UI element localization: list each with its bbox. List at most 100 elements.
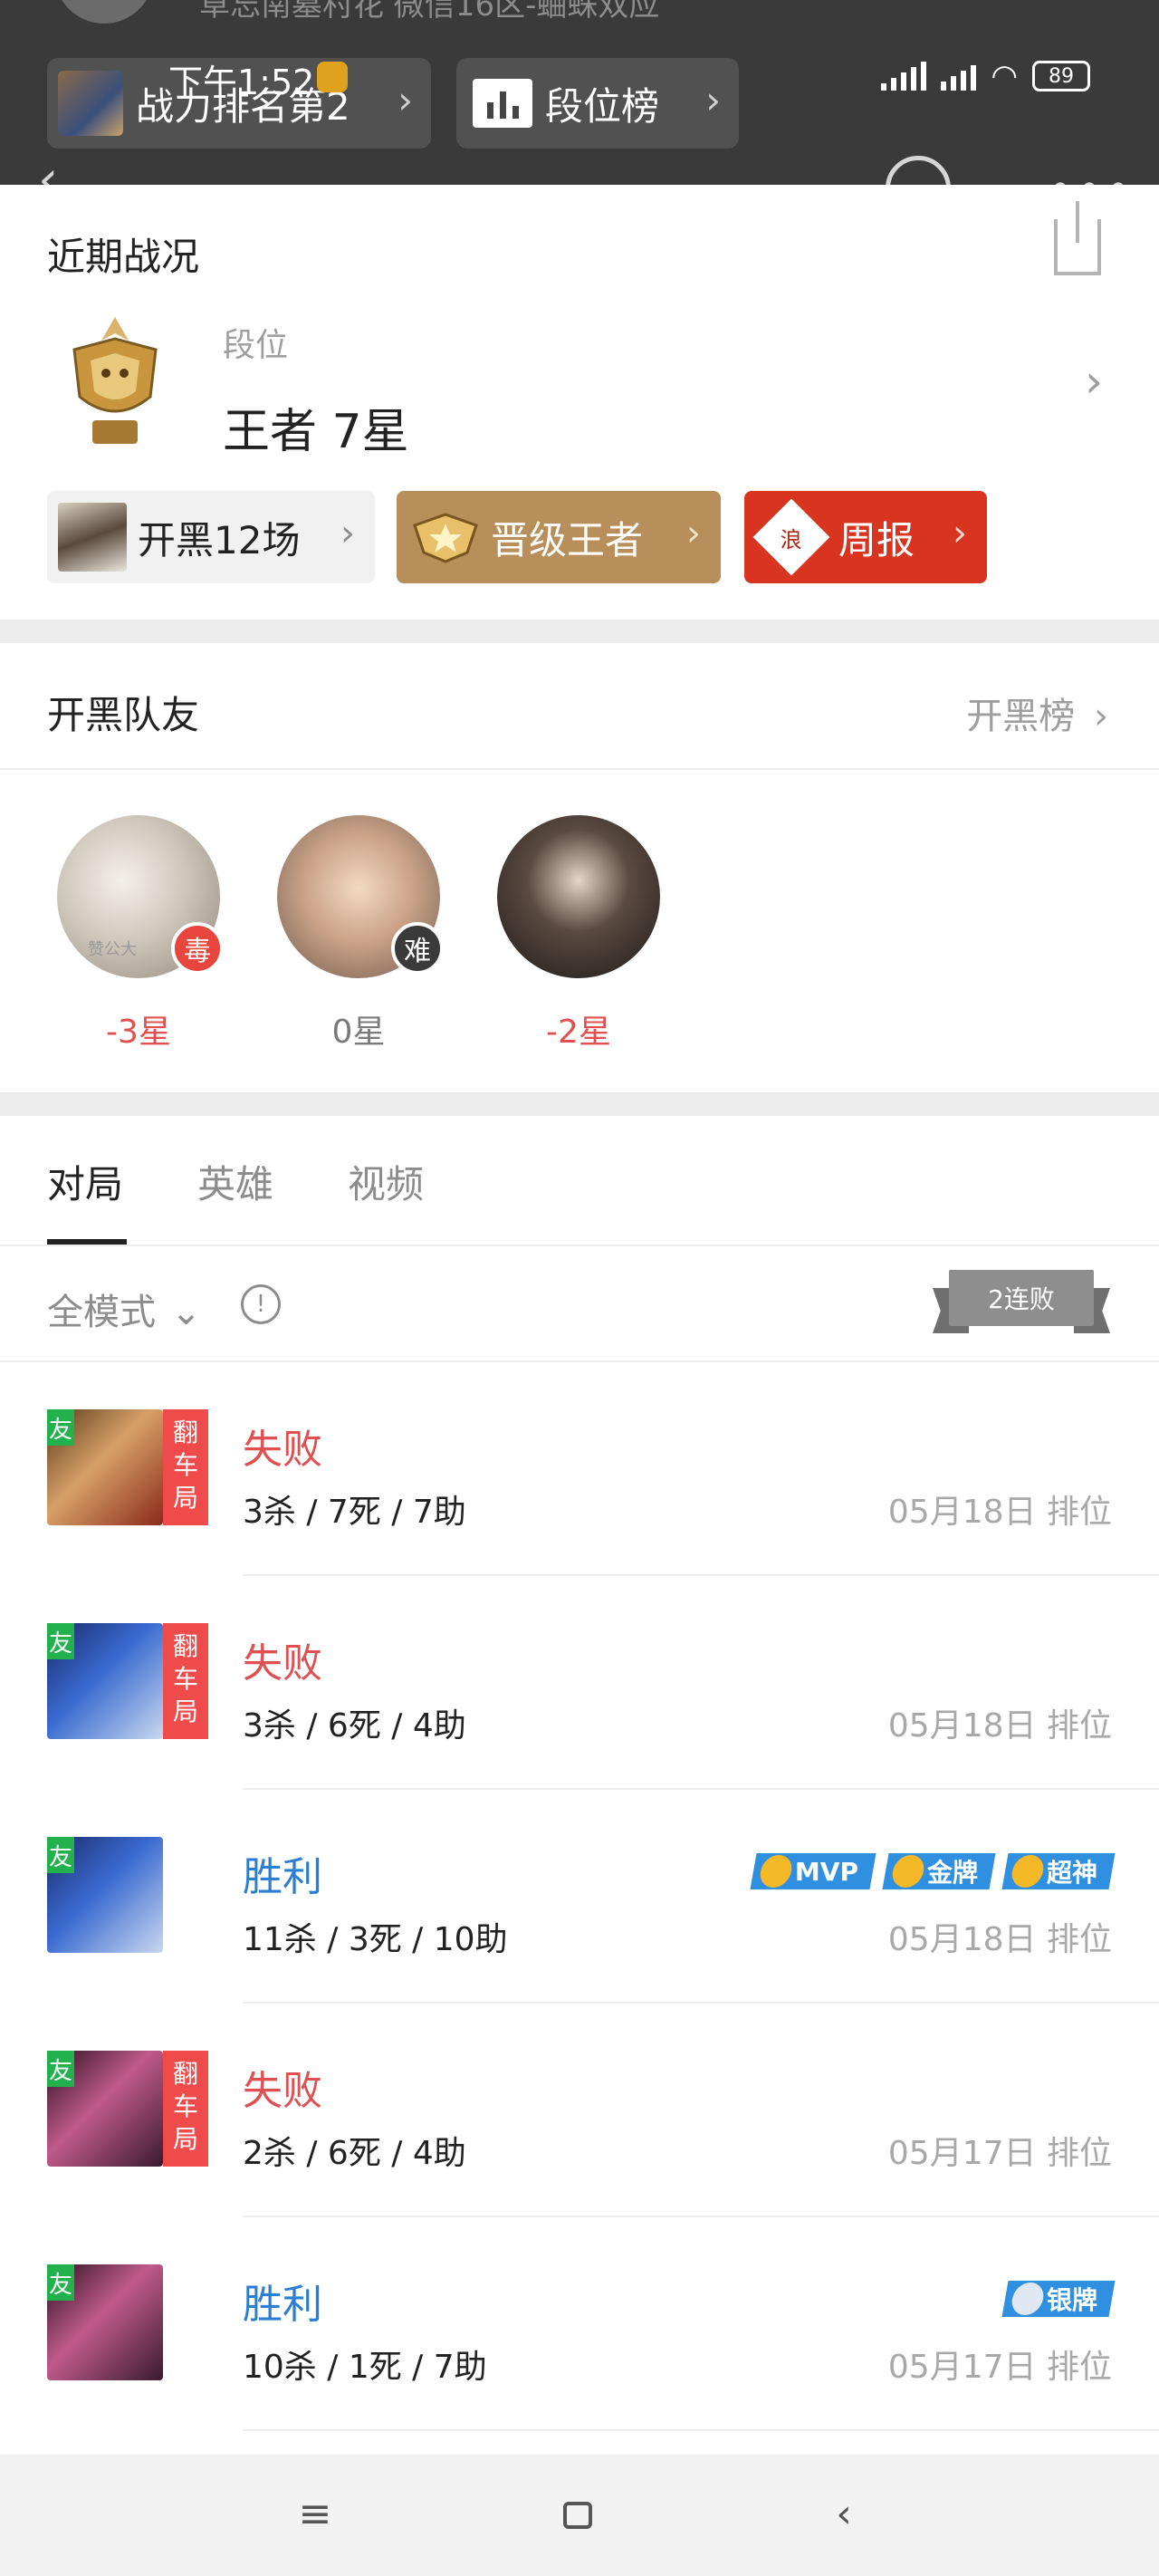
match-kda: 3杀 / 7死 / 7助 bbox=[243, 1494, 466, 1531]
group-play-label: 开黑12场 bbox=[138, 517, 301, 562]
chevron-right-icon: › bbox=[1094, 696, 1108, 737]
match-meta: 05月18日 排位 bbox=[887, 1707, 1112, 1745]
tab-heroes[interactable]: 英雄 bbox=[197, 1154, 273, 1209]
teammate-stars: 0星 bbox=[331, 1014, 386, 1051]
status-time: 下午1:52 bbox=[168, 62, 315, 102]
player-server-info: 草忘南墓村花 微信16区-蛐蛛双应 bbox=[199, 0, 660, 24]
match-result: 胜利 bbox=[243, 2282, 322, 2328]
group-board-label: 开黑榜 bbox=[966, 696, 1076, 737]
flip-tag: 翻车局 bbox=[163, 1623, 208, 1739]
silver-medal-icon bbox=[1009, 2283, 1047, 2315]
medals: 银牌 bbox=[1001, 2281, 1116, 2317]
section-divider bbox=[0, 1092, 1159, 1116]
tab-videos[interactable]: 视频 bbox=[348, 1154, 424, 1209]
section-divider bbox=[0, 620, 1159, 643]
avatar-watermark: 赞公大 bbox=[88, 940, 137, 959]
streak-label: 2连败 bbox=[949, 1270, 1094, 1326]
rank-board-label: 段位榜 bbox=[545, 83, 660, 129]
mode-filter-dropdown[interactable]: 全模式 ⌄ bbox=[47, 1283, 201, 1335]
notification-icon bbox=[317, 62, 348, 92]
match-result: 失败 bbox=[243, 2068, 322, 2114]
tab-matches[interactable]: 对局 bbox=[47, 1154, 123, 1209]
match-meta: 05月17日 排位 bbox=[887, 2135, 1112, 2172]
teammate-stars: -2星 bbox=[546, 1014, 611, 1051]
header-bar: 草忘南墓村花 微信16区-蛐蛛双应 战力排名第2 › 段位榜 › 下午1:52 … bbox=[0, 0, 1159, 221]
medals: MVP 金牌 超神 bbox=[750, 1853, 1116, 1889]
match-row[interactable]: 友 翻车局 失败 3杀 / 7死 / 7助 05月18日 排位 bbox=[0, 1362, 1159, 1576]
friend-tag: 友 bbox=[47, 2264, 74, 2301]
match-meta: 05月18日 排位 bbox=[887, 1921, 1112, 1958]
match-row[interactable]: 友 胜利 MVP 金牌 超神 11杀 / 3死 / 10助 05月18日 排位 bbox=[0, 1790, 1159, 2004]
rank-board-pill[interactable]: 段位榜 › bbox=[456, 58, 739, 149]
match-result: 胜利 bbox=[243, 1854, 322, 1900]
trophy-icon bbox=[757, 1855, 795, 1888]
teammate-thumbnail bbox=[58, 503, 127, 572]
match-result: 失败 bbox=[243, 1640, 322, 1687]
weekly-report-chip[interactable]: 浪 周报 › bbox=[744, 491, 987, 583]
divider bbox=[0, 1245, 1159, 1246]
back-icon[interactable]: ‹ bbox=[817, 2491, 871, 2542]
match-row[interactable]: 友 胜利 银牌 10杀 / 1死 / 7助 05月17日 排位 bbox=[0, 2217, 1159, 2431]
chevron-right-icon: › bbox=[705, 78, 721, 122]
rank-emblem-icon bbox=[72, 317, 158, 444]
group-play-chip[interactable]: 开黑12场 › bbox=[47, 491, 375, 583]
chevron-right-icon: › bbox=[398, 78, 413, 122]
flip-tag: 翻车局 bbox=[163, 1409, 208, 1525]
teammates-title: 开黑队友 bbox=[47, 693, 200, 737]
group-board-link[interactable]: 开黑榜 › bbox=[966, 687, 1108, 739]
teammate-avatar: 赞公大 毒 bbox=[57, 815, 224, 978]
mode-filter-label: 全模式 bbox=[47, 1292, 156, 1333]
status-icons: ◠ 89 bbox=[881, 58, 1090, 94]
weekly-report-icon: 浪 bbox=[752, 498, 830, 576]
chevron-right-icon: › bbox=[686, 513, 701, 554]
streak-ribbon: 2连败 bbox=[933, 1270, 1110, 1335]
mvp-medal: MVP bbox=[750, 1853, 876, 1889]
teammate-item[interactable]: -2星 bbox=[496, 815, 661, 1053]
signal-icon bbox=[881, 62, 927, 91]
info-icon[interactable]: ! bbox=[241, 1284, 281, 1324]
battery-level: 89 bbox=[1049, 64, 1074, 88]
match-kda: 3杀 / 6死 / 4助 bbox=[243, 1707, 466, 1745]
teammate-item[interactable]: 难 0星 bbox=[276, 815, 444, 1053]
rank-label: 段位 bbox=[223, 327, 289, 364]
bar-chart-icon bbox=[473, 79, 532, 128]
recent-title: 近期战况 bbox=[47, 235, 200, 279]
friend-tag: 友 bbox=[47, 1837, 74, 1873]
teammate-tag-badge: 难 bbox=[391, 922, 444, 975]
share-icon[interactable] bbox=[1054, 201, 1101, 275]
chevron-down-icon: ⌄ bbox=[170, 1292, 202, 1333]
legendary-medal: 超神 bbox=[1001, 1853, 1116, 1889]
rank-value[interactable]: 王者 7星 bbox=[223, 393, 409, 461]
teammate-avatar bbox=[497, 815, 660, 978]
teammate-avatar: 难 bbox=[277, 815, 444, 978]
system-nav-bar: ≡ ‹ bbox=[0, 2455, 1159, 2576]
teammate-stars: -3星 bbox=[106, 1014, 171, 1051]
king-crest-icon bbox=[413, 513, 478, 563]
hero-thumbnail bbox=[58, 71, 123, 136]
match-kda: 11杀 / 3死 / 10助 bbox=[243, 1921, 508, 1958]
friend-tag: 友 bbox=[47, 1623, 74, 1659]
chevron-right-icon: › bbox=[340, 513, 355, 554]
teammate-tag-badge: 毒 bbox=[171, 922, 224, 975]
gold-medal: 金牌 bbox=[882, 1853, 996, 1889]
sword-icon bbox=[1009, 1855, 1047, 1888]
battery-icon: 89 bbox=[1032, 61, 1090, 91]
match-meta: 05月18日 排位 bbox=[887, 1494, 1112, 1531]
friend-tag: 友 bbox=[47, 1409, 74, 1446]
friend-tag: 友 bbox=[47, 2051, 74, 2087]
signal-hd-icon bbox=[941, 62, 977, 91]
wifi-icon: ◠ bbox=[991, 58, 1018, 94]
menu-icon[interactable]: ≡ bbox=[288, 2491, 342, 2542]
match-row[interactable]: 友 翻车局 失败 2杀 / 6死 / 4助 05月17日 排位 bbox=[0, 2004, 1159, 2217]
home-icon[interactable] bbox=[563, 2502, 592, 2529]
match-kda: 2杀 / 6死 / 4助 bbox=[243, 2135, 466, 2172]
match-kda: 10杀 / 1死 / 7助 bbox=[243, 2349, 487, 2386]
weekly-report-label: 周报 bbox=[838, 517, 915, 562]
teammate-item[interactable]: 赞公大 毒 -3星 bbox=[56, 815, 224, 1053]
match-row[interactable]: 友 翻车局 失败 3杀 / 6死 / 4助 05月18日 排位 bbox=[0, 1576, 1159, 1790]
match-meta: 05月17日 排位 bbox=[887, 2349, 1112, 2386]
chevron-right-icon[interactable]: › bbox=[1085, 355, 1103, 408]
divider bbox=[0, 768, 1159, 770]
promote-king-chip[interactable]: 晋级王者 › bbox=[397, 491, 721, 583]
player-avatar[interactable] bbox=[54, 0, 154, 24]
